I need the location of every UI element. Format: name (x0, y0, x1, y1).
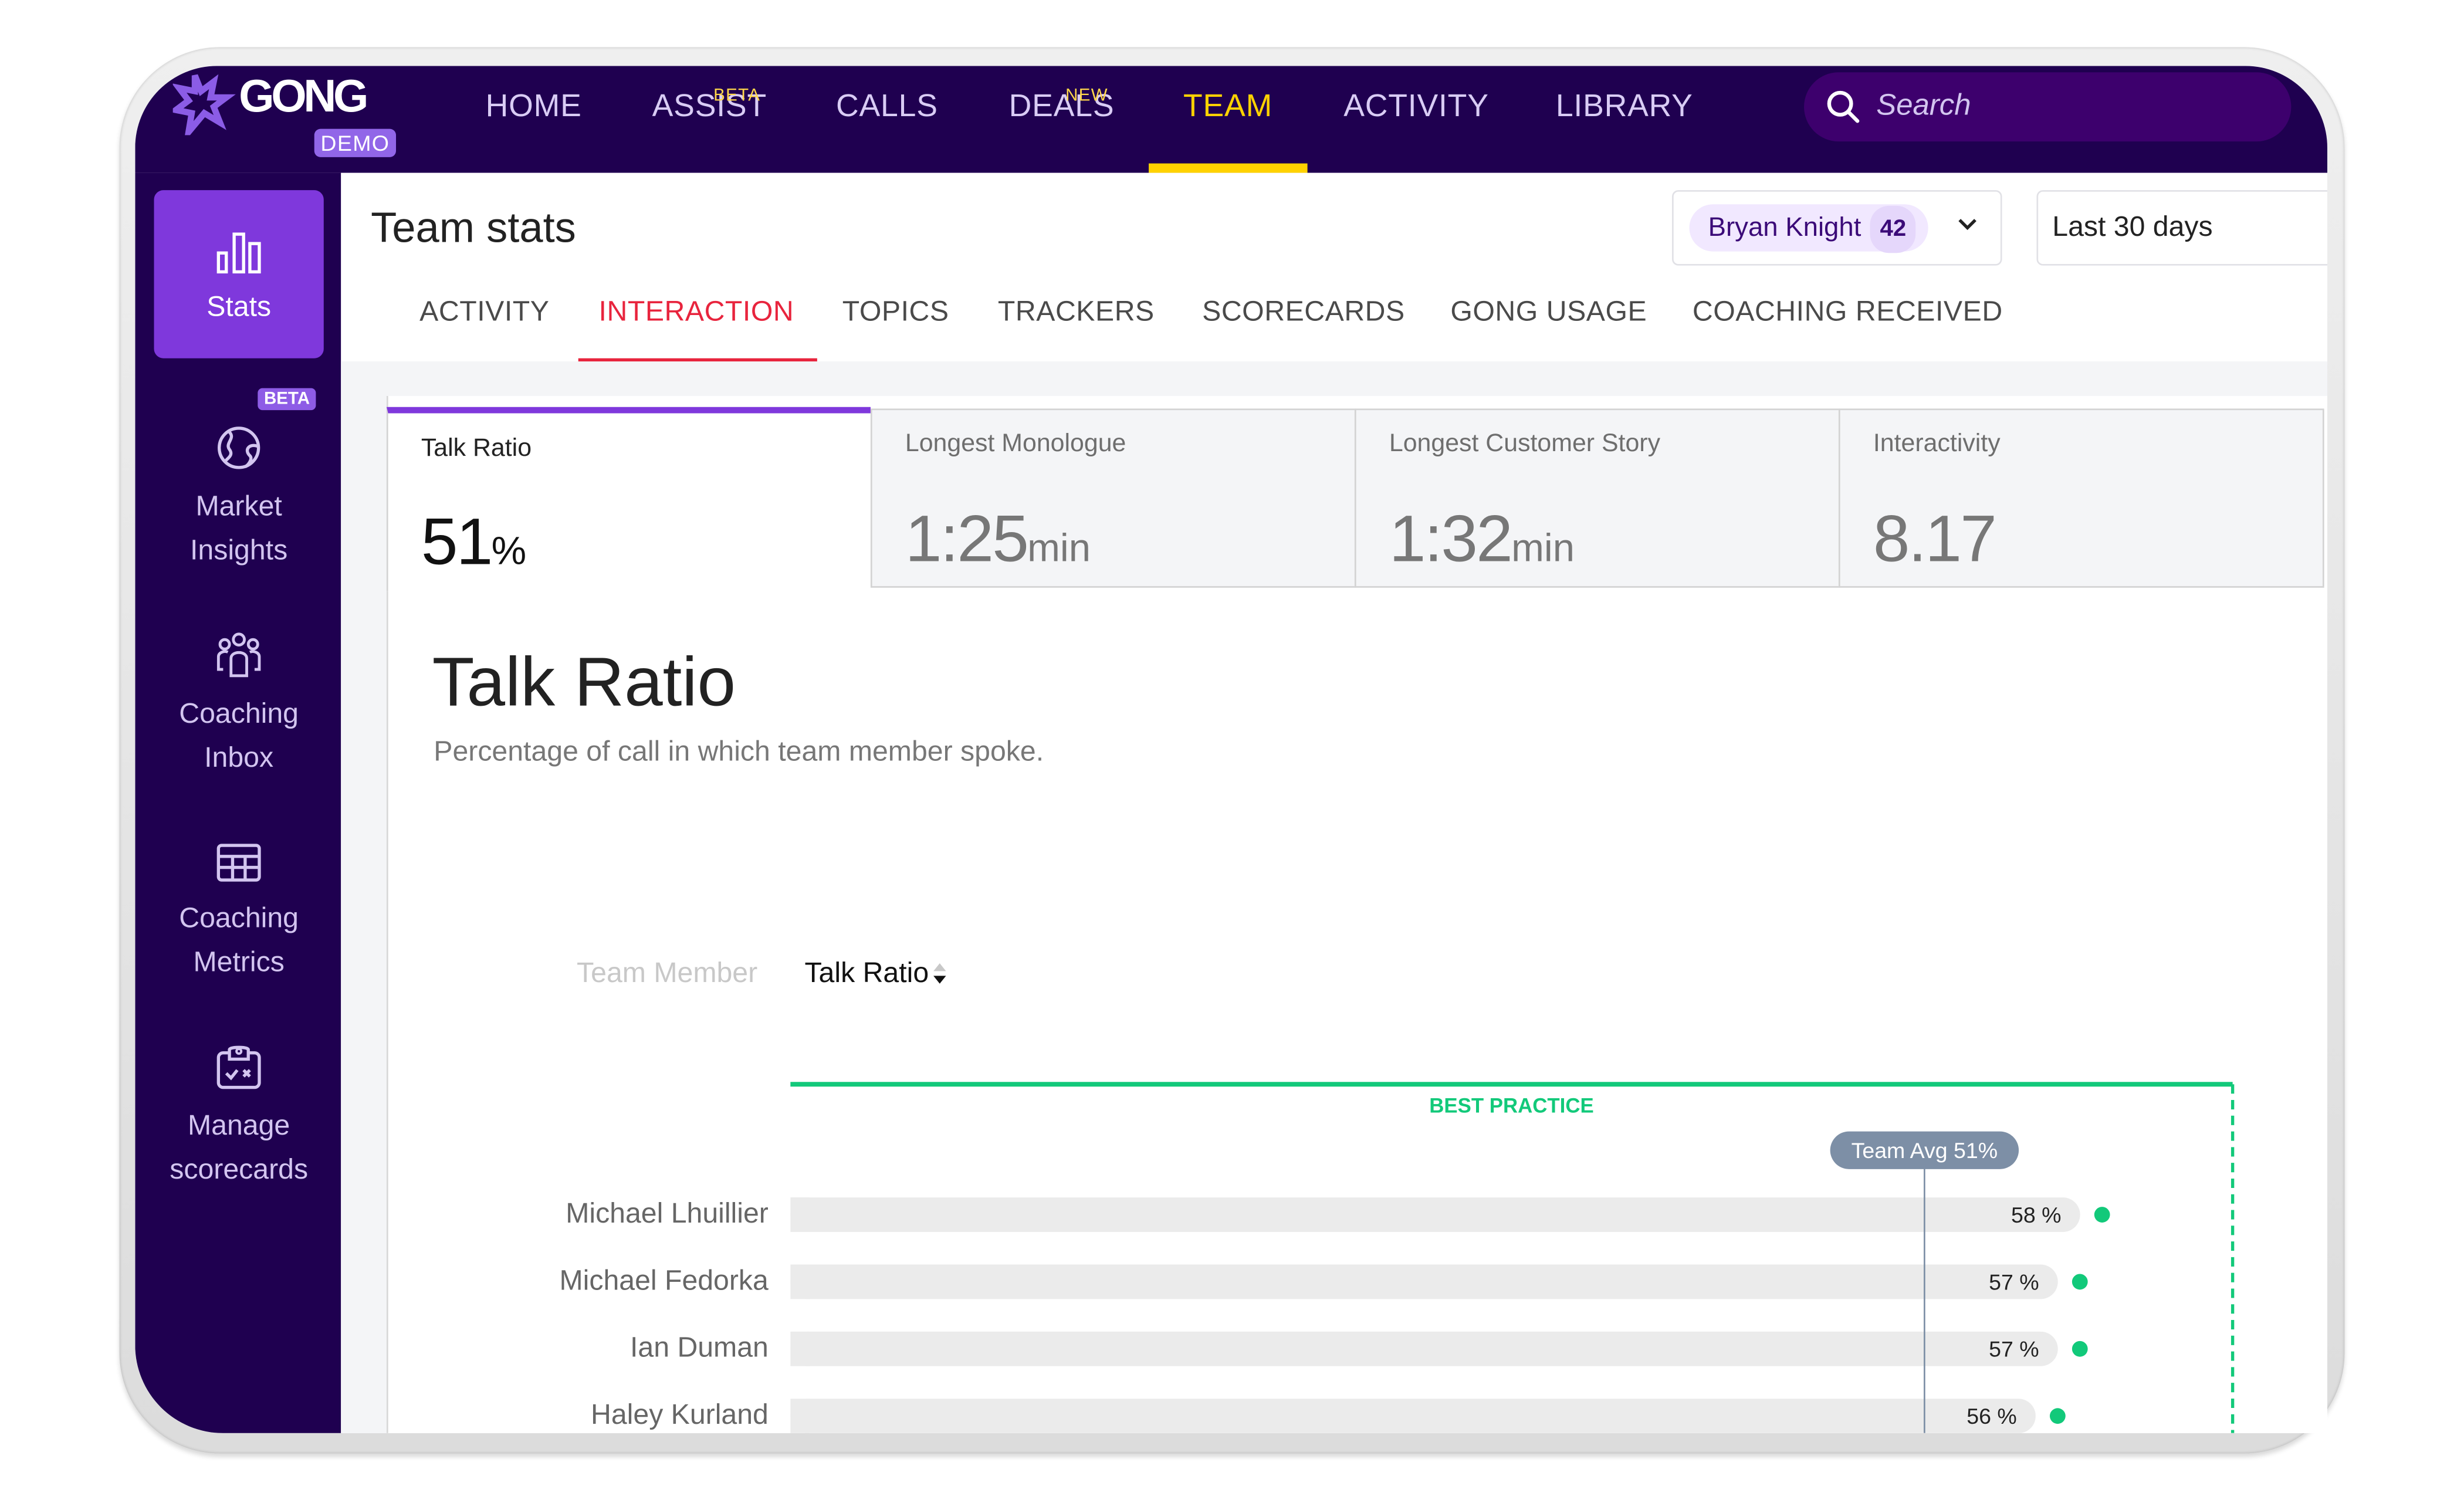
search-input[interactable]: Search (1804, 72, 2292, 142)
within-best-practice-dot (2072, 1274, 2088, 1290)
bar (790, 1264, 2058, 1299)
beta-badge: BETA (258, 388, 316, 411)
sidebar-label: Stats (207, 290, 272, 323)
bar (790, 1399, 2036, 1433)
sidebar-item-coaching-metrics[interactable]: Coaching Metrics (154, 842, 324, 984)
within-best-practice-dot (2094, 1207, 2110, 1223)
globe-icon (217, 426, 260, 469)
sidebar-label: Manage scorecards (170, 1109, 309, 1185)
team-member-name: Michael Lhuillier (566, 1197, 769, 1229)
nav-label: CALLS (836, 89, 938, 124)
demo-badge: DEMO (314, 128, 397, 157)
new-badge: NEW (1065, 86, 1108, 106)
gong-logo[interactable]: GONG DEMO (172, 72, 397, 163)
nav-assist[interactable]: BETA ASSIST (652, 86, 767, 126)
sidebar-label: Coaching Inbox (179, 698, 299, 773)
bar-value-label: 58 % (2011, 1203, 2061, 1227)
team-member-name: Michael Fedorka (560, 1264, 769, 1296)
nav-activity[interactable]: ACTIVITY (1343, 90, 1489, 126)
sidebar-item-coaching-inbox[interactable]: Coaching Inbox (154, 632, 324, 780)
bar-value-label: 57 % (1989, 1337, 2039, 1362)
bar-left-square (790, 1399, 810, 1433)
sidebar: Stats BETA Market Insights Coaching Inbo… (135, 172, 341, 1433)
bar (790, 1331, 2058, 1366)
bar-left-square (790, 1331, 810, 1366)
nav-home[interactable]: HOME (486, 90, 582, 126)
nav-label: ACTIVITY (1343, 89, 1489, 124)
stage: GONG DEMO HOME BETA ASSIST CALLS NEW DEALS… (0, 0, 2464, 1502)
within-best-practice-dot (2072, 1340, 2088, 1357)
team-icon (216, 632, 261, 678)
sidebar-label: Coaching Metrics (179, 902, 299, 978)
scorecard-icon (216, 1045, 261, 1089)
top-nav: GONG DEMO HOME BETA ASSIST CALLS NEW DEALS… (135, 66, 2328, 173)
table-icon (216, 844, 261, 882)
team-member-name: Ian Duman (630, 1332, 769, 1363)
bar-left-square (790, 1264, 810, 1299)
search-icon (1827, 90, 1860, 123)
nav-library[interactable]: LIBRARY (1556, 90, 1693, 126)
bar-chart-icon (216, 232, 261, 274)
sidebar-item-manage-scorecards[interactable]: Manage scorecards (154, 1044, 324, 1191)
main-content: Team stats Bryan Knight 42 Last 30 days A… (341, 172, 2328, 1433)
nav-team[interactable]: TEAM (1183, 90, 1272, 126)
nav-label: HOME (485, 89, 582, 124)
nav-active-indicator (1149, 163, 1308, 173)
within-best-practice-dot (2049, 1408, 2066, 1424)
beta-badge: BETA (713, 86, 761, 106)
nav-deals[interactable]: NEW DEALS (1009, 86, 1115, 126)
bar-value-label: 56 % (1967, 1404, 2016, 1428)
nav-calls[interactable]: CALLS (836, 90, 938, 126)
team-avg-label: Team Avg 51% (1852, 1138, 1998, 1163)
bar (790, 1197, 2080, 1233)
talk-ratio-chart: BEST PRACTICE 58 % Michael Lhuillier 57 % Mi… (560, 1082, 2235, 1433)
gong-star-icon (172, 74, 236, 136)
bar-value-label: 57 % (1989, 1270, 2039, 1294)
app-screen: GONG DEMO HOME BETA ASSIST CALLS NEW DEALS… (135, 66, 2328, 1433)
sidebar-label: Market Insights (190, 490, 288, 566)
search-placeholder: Search (1876, 89, 1971, 123)
bar-left-square (790, 1197, 810, 1233)
team-member-name: Haley Kurland (591, 1399, 769, 1430)
nav-label: TEAM (1183, 89, 1273, 124)
sidebar-item-market-insights[interactable]: Market Insights (154, 424, 324, 572)
nav-label: LIBRARY (1555, 89, 1693, 124)
best-practice-label: BEST PRACTICE (1429, 1094, 1593, 1117)
sidebar-item-stats[interactable]: Stats (154, 190, 324, 358)
logo-wordmark: GONG (239, 72, 368, 123)
